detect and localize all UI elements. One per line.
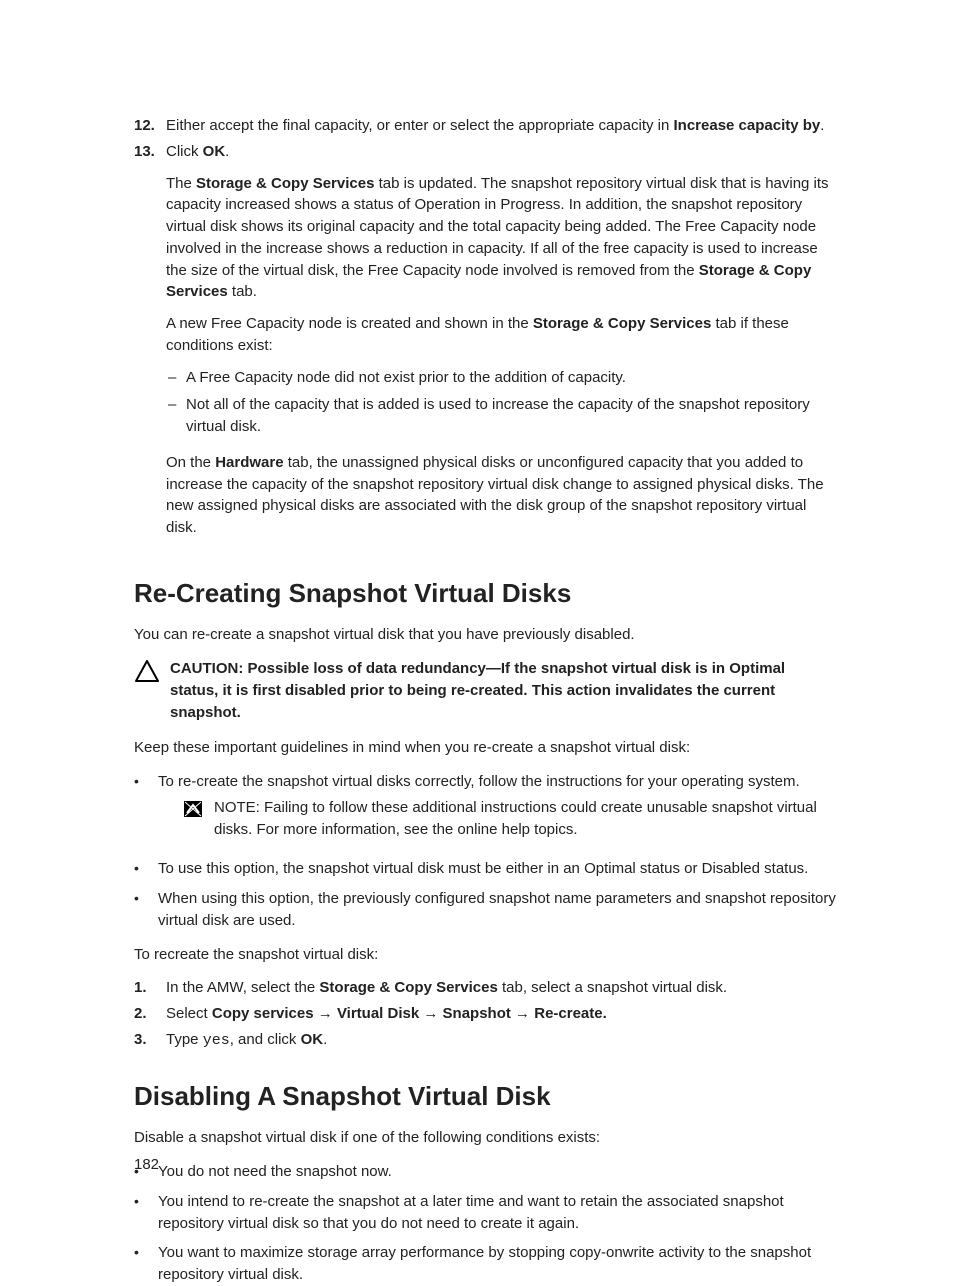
list-item: When using this option, the previously c… [134,888,836,932]
recreate-steps: 1. In the AMW, select the Storage & Copy… [134,977,836,1051]
step-2: 2. Select Copy services → Virtual Disk →… [134,1003,836,1025]
step-number: 13. [134,141,166,549]
caution-icon [134,658,160,723]
document-page: 12. Either accept the final capacity, or… [0,0,954,1268]
top-step-list: 12. Either accept the final capacity, or… [134,115,836,549]
list-item: Not all of the capacity that is added is… [166,394,836,438]
list-item: A Free Capacity node did not exist prior… [166,367,836,389]
guidelines-list: To re-create the snapshot virtual disks … [134,771,836,932]
section-heading: Disabling A Snapshot Virtual Disk [134,1078,836,1116]
caution-box: CAUTION: Possible loss of data redundanc… [134,658,836,723]
list-item: To re-create the snapshot virtual disks … [134,771,836,850]
step-3: 3. Type yes, and click OK. [134,1029,836,1052]
note-icon [182,797,204,841]
note-text: NOTE: Failing to follow these additional… [214,797,836,841]
disable-conditions: You do not need the snapshot now. You in… [134,1161,836,1286]
section-heading: Re-Creating Snapshot Virtual Disks [134,575,836,613]
step-13: 13. Click OK. The Storage & Copy Service… [134,141,836,549]
page-number: 182 [134,1154,159,1176]
bullet-text: To re-create the snapshot virtual disks … [158,773,800,790]
list-item: You do not need the snapshot now. [134,1161,836,1183]
step-para: The Storage & Copy Services tab is updat… [166,173,836,304]
condition-list: A Free Capacity node did not exist prior… [166,367,836,438]
step-12: 12. Either accept the final capacity, or… [134,115,836,137]
step-text: Click OK. [166,141,836,163]
step-number: 12. [134,115,166,137]
recreate-intro: To recreate the snapshot virtual disk: [134,944,836,966]
note-box: NOTE: Failing to follow these additional… [182,797,836,841]
list-item: To use this option, the snapshot virtual… [134,858,836,880]
section-intro: You can re-create a snapshot virtual dis… [134,624,836,646]
list-item: You want to maximize storage array perfo… [134,1242,836,1286]
step-body: Click OK. The Storage & Copy Services ta… [166,141,836,549]
step-para: On the Hardware tab, the unassigned phys… [166,452,836,539]
list-item: You intend to re-create the snapshot at … [134,1191,836,1235]
step-body: Either accept the final capacity, or ent… [166,115,836,137]
step-1: 1. In the AMW, select the Storage & Copy… [134,977,836,999]
section-intro: Disable a snapshot virtual disk if one o… [134,1127,836,1149]
caution-text: CAUTION: Possible loss of data redundanc… [170,658,836,723]
guidelines-intro: Keep these important guidelines in mind … [134,737,836,759]
step-para: A new Free Capacity node is created and … [166,313,836,357]
